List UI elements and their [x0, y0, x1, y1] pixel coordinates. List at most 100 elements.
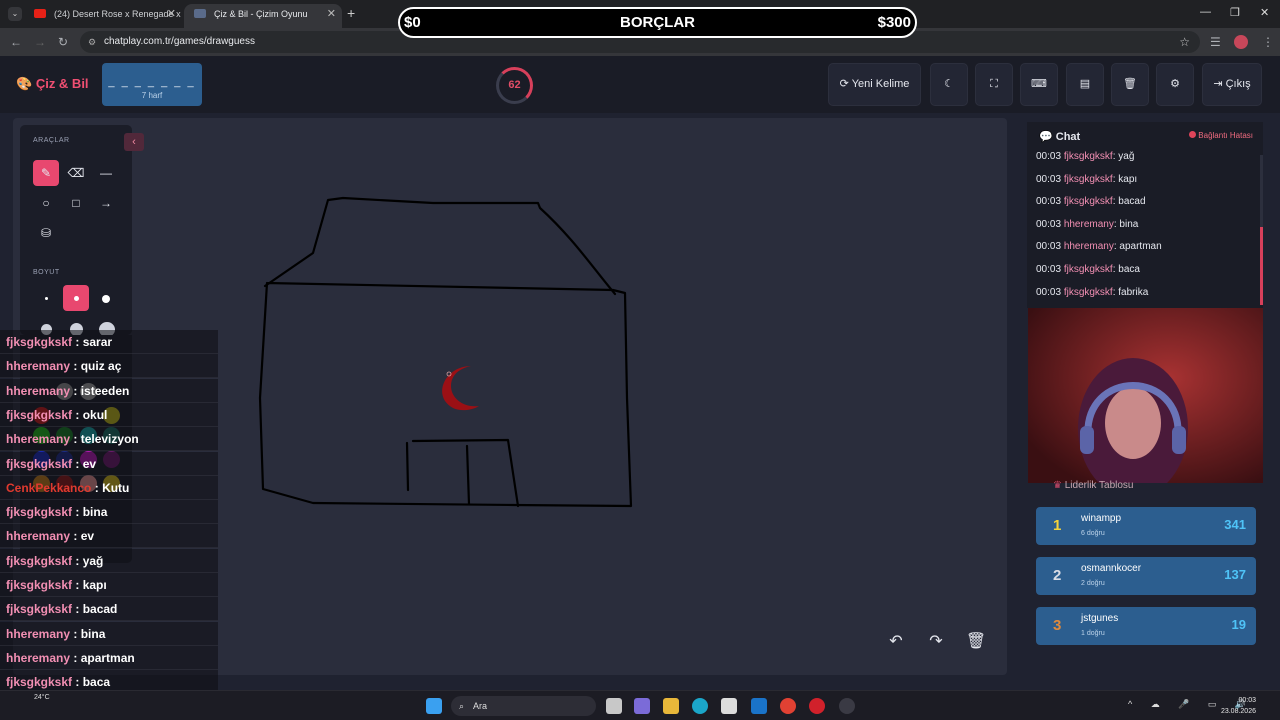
- overlay-chat-user: hheremany: [6, 529, 71, 544]
- delete-button[interactable]: 🗑: [1111, 63, 1149, 106]
- reload-icon[interactable]: ↻: [58, 35, 68, 49]
- overlay-chat-user: hheremany: [6, 626, 71, 641]
- overlay-chat-message: ev: [80, 529, 95, 544]
- size-medium[interactable]: [63, 285, 89, 311]
- exit-button[interactable]: ⇥ Çıkış: [1202, 63, 1262, 106]
- overlay-chat-user: fjksgkgkskf: [6, 407, 73, 422]
- overlay-chat-line: fjksgkgkskf : ev: [0, 451, 218, 476]
- separator: :: [72, 407, 83, 422]
- restore-icon[interactable]: ❐: [1230, 6, 1240, 19]
- overlay-chat-message: ev: [82, 456, 97, 471]
- chat-message: 00:03 fjksgkgkskf: baca: [1036, 264, 1140, 275]
- tab-youtube[interactable]: (24) Desert Rose x Renegade x ✕: [24, 4, 182, 28]
- rectangle-tool[interactable]: □: [63, 190, 89, 216]
- clear-canvas-button[interactable]: 🗑: [963, 629, 989, 655]
- profile-avatar[interactable]: [1234, 35, 1248, 49]
- webcam-feed: [1028, 308, 1263, 483]
- chat-time: 00:03: [1036, 151, 1062, 162]
- separator: :: [70, 529, 81, 544]
- pencil-icon: ✎: [40, 166, 52, 180]
- overlay-chat-user: hheremany: [6, 432, 71, 447]
- undo-button[interactable]: ↶: [883, 629, 909, 655]
- fill-tool[interactable]: ⛁: [33, 220, 59, 246]
- eraser-tool[interactable]: ⌫: [63, 160, 89, 186]
- minimize-icon[interactable]: —: [1200, 6, 1211, 18]
- separator: :: [70, 359, 81, 374]
- opera-icon[interactable]: [809, 698, 825, 714]
- overlay-chat-message: okul: [82, 407, 108, 422]
- bookmark-star-icon[interactable]: ☆: [1179, 31, 1190, 53]
- chrome-icon[interactable]: [780, 698, 796, 714]
- file-explorer-icon[interactable]: [663, 698, 679, 714]
- overlay-chat-user: fjksgkgkskf: [6, 456, 73, 471]
- separator: :: [72, 335, 83, 349]
- opera-gx-icon[interactable]: [839, 698, 855, 714]
- dot-large-icon: [102, 294, 110, 303]
- undo-icon: ↶: [889, 633, 903, 650]
- size-large[interactable]: [93, 285, 119, 311]
- status-dot-icon: [1189, 131, 1197, 138]
- leaderboard-points: 341: [1224, 517, 1246, 532]
- keyboard-button[interactable]: ⌨: [1020, 63, 1058, 106]
- extensions-icon[interactable]: ☰: [1210, 35, 1221, 49]
- chat-time: 00:03: [1036, 218, 1062, 230]
- crown-icon: ♛: [1053, 480, 1062, 491]
- house-roof: [263, 196, 617, 296]
- outlook-icon[interactable]: [751, 698, 767, 714]
- size-small[interactable]: [33, 285, 59, 311]
- overlay-chat-user: fjksgkgkskf: [6, 553, 73, 568]
- tools-title: ARAÇLAR: [33, 137, 70, 144]
- square-icon: □: [72, 196, 80, 210]
- archive-button[interactable]: ▤: [1066, 63, 1104, 106]
- taskbar-search[interactable]: ⌕ Ara: [451, 696, 596, 716]
- round-timer: 62: [496, 67, 533, 104]
- chat-scrollbar[interactable]: [1260, 155, 1263, 305]
- browser-menu-icon[interactable]: ⋮: [1262, 35, 1274, 49]
- taskbar-clock[interactable]: 00:03 23.08.2026: [1221, 695, 1256, 717]
- close-tab-icon[interactable]: ✕: [167, 4, 176, 24]
- arrow-tool[interactable]: →: [93, 190, 119, 216]
- tab-search-icon[interactable]: ⌄: [8, 7, 22, 21]
- chat-message: 00:03 fjksgkgkskf: bacad: [1036, 196, 1146, 207]
- scrollbar-thumb[interactable]: [1260, 227, 1263, 305]
- overlay-chat-message: bina: [82, 505, 108, 520]
- brush-tool[interactable]: ✎: [33, 160, 59, 186]
- theme-toggle-button[interactable]: ☾: [930, 63, 968, 106]
- chat-text: bina: [1119, 218, 1139, 230]
- chat-user: fjksgkgkskf: [1063, 173, 1113, 185]
- fullscreen-button[interactable]: ⛶: [975, 63, 1013, 106]
- circle-tool[interactable]: ○: [33, 190, 59, 216]
- leaderboard-name: winampp: [1081, 513, 1122, 524]
- leaderboard-rank: 1: [1053, 517, 1062, 534]
- forward-icon[interactable]: →: [34, 35, 46, 49]
- store-icon[interactable]: [721, 698, 737, 714]
- overlay-chat-message: bina: [80, 626, 106, 641]
- chat-text: kapı: [1118, 173, 1138, 185]
- windows-start-icon[interactable]: [426, 698, 442, 714]
- site-info-icon[interactable]: ⚙: [88, 31, 96, 53]
- leaderboard-correct-count: 6 doğru: [1081, 530, 1105, 537]
- overlay-chat-user: fjksgkgkskf: [6, 335, 73, 349]
- chat-bubble-icon: 💬: [1039, 131, 1053, 143]
- redo-button[interactable]: ↷: [923, 629, 949, 655]
- new-word-button[interactable]: ⟳ Yeni Kelime: [828, 63, 921, 106]
- back-icon[interactable]: ←: [10, 35, 22, 49]
- dot-medium-icon: [73, 296, 79, 302]
- settings-button[interactable]: ⚙: [1156, 63, 1194, 106]
- close-window-icon[interactable]: ✕: [1260, 6, 1269, 19]
- new-tab-button[interactable]: +: [347, 5, 355, 21]
- copilot-icon[interactable]: [634, 698, 650, 714]
- overlay-chat-line: hheremany : quiz aç: [0, 354, 218, 379]
- app-logo[interactable]: 🎨 Çiz & Bil: [16, 76, 89, 92]
- word-length: 7 harf: [141, 91, 163, 100]
- tab-ciz-bil[interactable]: Çiz & Bil - Çizim Oyunu ✕: [184, 4, 342, 28]
- weather-widget[interactable]: 24°C: [34, 694, 50, 701]
- task-view-icon[interactable]: [606, 698, 622, 714]
- close-tab-icon[interactable]: ✕: [327, 4, 336, 24]
- logout-icon: ⇥: [1213, 78, 1223, 90]
- chat-title: 💬 Chat: [1039, 131, 1081, 143]
- collapse-panel-button[interactable]: ‹: [124, 133, 144, 151]
- leaderboard-correct-count: 1 doğru: [1081, 630, 1105, 637]
- edge-icon[interactable]: [692, 698, 708, 714]
- line-tool[interactable]: —: [93, 160, 119, 186]
